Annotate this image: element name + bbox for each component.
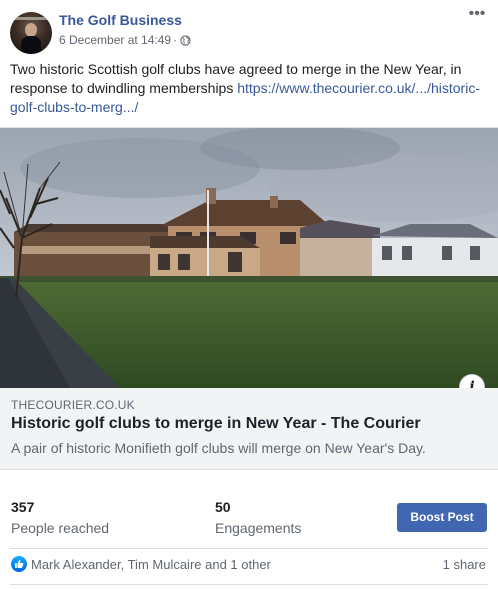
preview-image[interactable]: i	[0, 128, 498, 388]
post-meta: 6 December at 14:49 ·	[59, 33, 191, 47]
post-insights: 357 People reached 50 Engagements Boost …	[0, 489, 498, 539]
page-avatar[interactable]	[10, 12, 52, 54]
reached-label: People reached	[11, 520, 110, 536]
globe-icon[interactable]	[180, 34, 191, 46]
engagements-stat[interactable]: 50 Engagements	[215, 499, 301, 536]
reactions-bar: Mark Alexander, Tim Mulcaire and 1 other…	[0, 549, 498, 581]
reached-stat[interactable]: 357 People reached	[11, 499, 109, 536]
link-description: A pair of historic Monifieth golf clubs …	[11, 440, 426, 456]
like-icon[interactable]	[11, 556, 27, 572]
more-dots-icon[interactable]: •••	[466, 6, 488, 25]
meta-separator: ·	[173, 33, 178, 47]
boost-post-button[interactable]: Boost Post	[397, 503, 487, 532]
divider	[10, 584, 488, 585]
link-caption[interactable]: THECOURIER.CO.UK Historic golf clubs to …	[0, 388, 498, 470]
link-domain: THECOURIER.CO.UK	[11, 398, 135, 412]
post-timestamp[interactable]: 6 December at 14:49	[59, 33, 171, 47]
avatar-suit	[21, 36, 41, 54]
avatar-face	[25, 23, 37, 37]
reaction-names[interactable]: Mark Alexander, Tim Mulcaire and 1 other	[31, 557, 271, 572]
engagements-label: Engagements	[215, 520, 302, 536]
post-message: Two historic Scottish golf clubs have ag…	[10, 60, 490, 117]
clubhouse-photo	[0, 128, 498, 388]
avatar-caption-mark	[15, 17, 47, 20]
post-header: The Golf Business 6 December at 14:49 · …	[10, 6, 488, 54]
share-count[interactable]: 1 share	[443, 557, 486, 572]
link-title[interactable]: Historic golf clubs to merge in New Year…	[11, 415, 421, 433]
engagements-value: 50	[215, 499, 231, 515]
link-preview[interactable]: i THECOURIER.CO.UK Historic golf clubs t…	[0, 127, 498, 470]
page-name-link[interactable]: The Golf Business	[59, 12, 182, 28]
reached-value: 357	[11, 499, 35, 515]
